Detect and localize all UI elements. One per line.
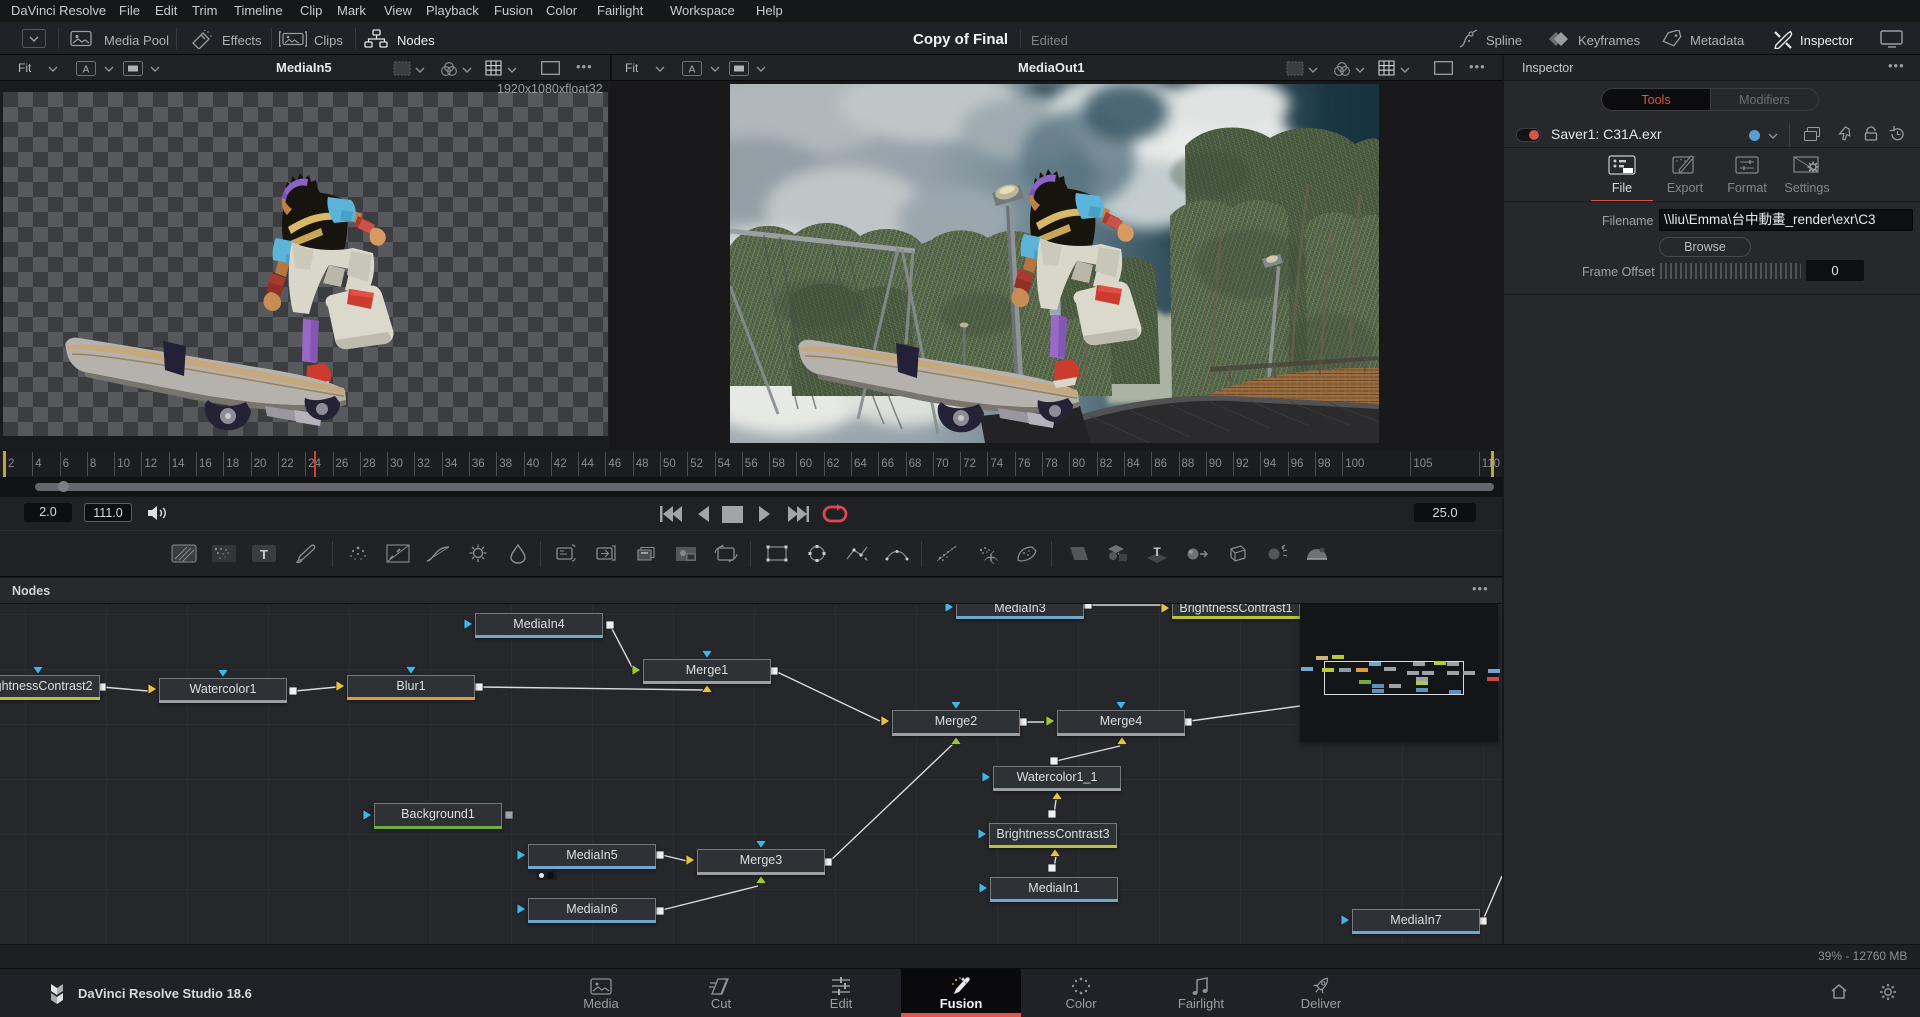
svg-text:A: A [83,65,90,76]
svg-text:T: T [260,547,268,562]
svg-text:A: A [689,65,696,76]
svg-text:T: T [1153,545,1161,559]
